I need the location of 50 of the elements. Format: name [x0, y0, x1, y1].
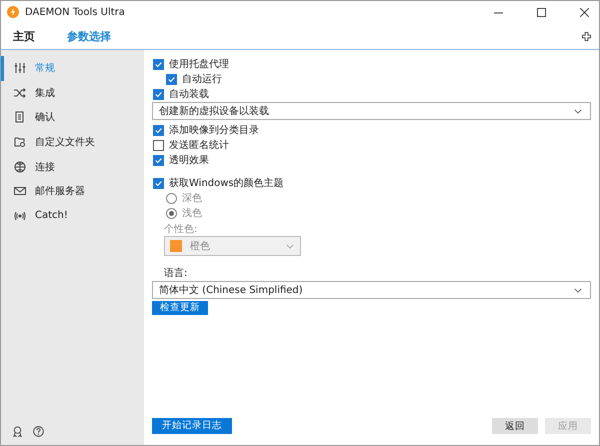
window-title: DAEMON Tools Ultra	[25, 6, 125, 18]
tab[interactable]: 主页	[13, 28, 35, 44]
app-logo-icon	[7, 6, 19, 18]
chevron-down-icon	[286, 244, 294, 248]
radio-button[interactable]	[166, 192, 177, 204]
folder-icon	[14, 136, 26, 148]
sidebar-item[interactable]: Catch!	[1, 204, 144, 228]
field-label: 个性色:	[164, 222, 198, 236]
shuffle-icon	[14, 86, 26, 99]
help-icon[interactable]	[33, 426, 44, 437]
checkbox-label: 使用托盘代理	[169, 58, 229, 71]
sidebar-item[interactable]: 自定义文件夹	[1, 130, 144, 154]
checkbox[interactable]	[153, 88, 164, 100]
signal-icon	[14, 210, 26, 222]
award-icon[interactable]	[12, 426, 23, 437]
radio-button[interactable]	[166, 208, 177, 218]
checkbox-label: 自动装载	[169, 88, 209, 101]
checkbox-label: 透明效果	[169, 154, 209, 167]
maximize-icon[interactable]	[537, 8, 546, 16]
field-label: 语言:	[164, 266, 188, 280]
checkbox[interactable]	[153, 140, 164, 150]
checkbox-label: 发送匿名统计	[169, 138, 229, 152]
sidebar-item[interactable]: 集成	[1, 80, 144, 106]
chevron-down-icon	[574, 288, 582, 292]
checkbox[interactable]	[153, 58, 164, 70]
checkbox-label: 自动运行	[182, 72, 222, 86]
radio-label: 浅色	[182, 206, 202, 220]
close-icon[interactable]	[580, 8, 589, 16]
checkbox[interactable]	[153, 124, 164, 136]
radio-label: 深色	[182, 192, 202, 205]
back-button[interactable]: 返回	[492, 418, 538, 434]
start-logging-button[interactable]: 开始记录日志	[152, 418, 232, 434]
dropdown[interactable]: 简体中文 (Chinese Simplified)	[152, 281, 591, 299]
chevron-down-icon	[574, 108, 582, 114]
envelope-icon	[14, 185, 26, 198]
checkbox[interactable]	[153, 178, 164, 188]
check-updates-button[interactable]: 检查更新	[152, 301, 208, 315]
checkbox[interactable]	[166, 74, 177, 84]
checkbox[interactable]	[153, 154, 164, 166]
plus-icon[interactable]	[582, 32, 591, 40]
sidebar-item[interactable]: 邮件服务器	[1, 178, 144, 204]
dropdown[interactable]: 创建新的虚拟设备以装载	[152, 102, 591, 120]
tab[interactable]: 参数选择	[67, 28, 111, 44]
globe-icon	[14, 160, 26, 173]
sliders-icon	[14, 62, 26, 74]
checkbox-label: 获取Windows的颜色主题	[169, 176, 284, 190]
sidebar-item[interactable]: 连接	[1, 154, 144, 179]
sidebar-item[interactable]: 确认	[1, 105, 144, 130]
document-icon	[14, 111, 26, 124]
checkbox-label: 添加映像到分类目录	[169, 124, 259, 137]
